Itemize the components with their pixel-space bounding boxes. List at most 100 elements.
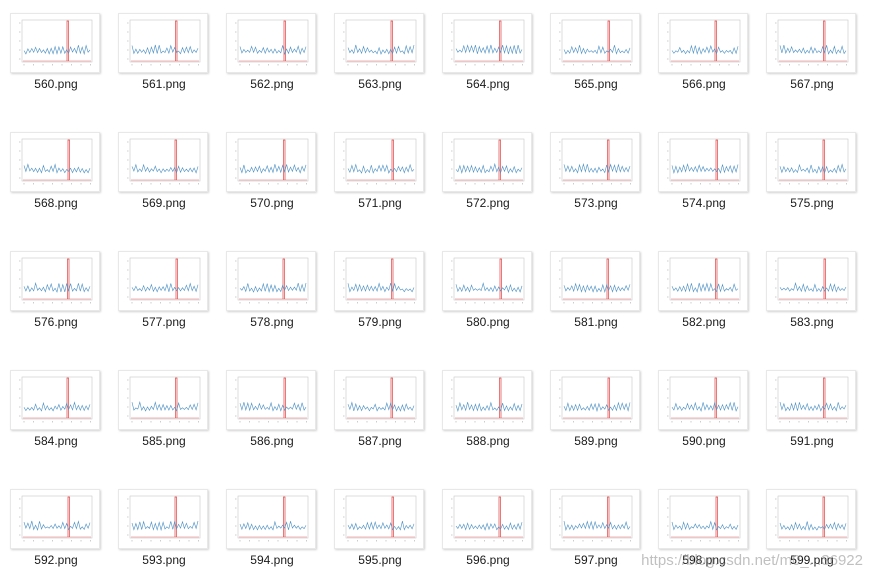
file-item[interactable]: 562.png <box>218 0 326 91</box>
file-thumbnail[interactable] <box>334 370 424 430</box>
file-thumbnail[interactable] <box>334 132 424 192</box>
file-thumbnail[interactable] <box>226 251 316 311</box>
file-thumbnail[interactable] <box>658 251 748 311</box>
file-thumbnail[interactable] <box>766 251 856 311</box>
file-item[interactable]: 594.png <box>218 476 326 567</box>
file-thumbnail[interactable] <box>550 251 640 311</box>
thumbnail-axes-frame <box>237 376 309 420</box>
file-thumbnail[interactable] <box>442 251 532 311</box>
file-item[interactable]: 591.png <box>758 357 866 448</box>
file-thumbnail[interactable] <box>10 489 100 549</box>
file-item[interactable]: 570.png <box>218 119 326 210</box>
file-item[interactable]: 582.png <box>650 238 758 329</box>
file-thumbnail[interactable] <box>334 489 424 549</box>
file-item[interactable]: 567.png <box>758 0 866 91</box>
thumbnail-signal-line <box>23 282 91 293</box>
file-item[interactable]: 574.png <box>650 119 758 210</box>
file-thumbnail[interactable] <box>658 489 748 549</box>
thumbnail-axes-frame <box>777 495 849 539</box>
file-item[interactable]: 561.png <box>110 0 218 91</box>
file-thumbnail[interactable] <box>226 489 316 549</box>
file-item[interactable]: 568.png <box>2 119 110 210</box>
file-thumbnail[interactable] <box>550 132 640 192</box>
file-item[interactable]: 577.png <box>110 238 218 329</box>
file-thumbnail[interactable] <box>118 489 208 549</box>
file-thumbnail[interactable] <box>118 13 208 73</box>
file-thumbnail[interactable] <box>118 251 208 311</box>
thumbnail-plot-image <box>667 138 741 185</box>
file-item[interactable]: 590.png <box>650 357 758 448</box>
thumbnail-plot-image <box>19 257 93 304</box>
thumbnail-signal-line <box>23 163 91 174</box>
file-thumbnail[interactable] <box>10 251 100 311</box>
file-item[interactable]: 584.png <box>2 357 110 448</box>
thumbnail-axes-frame <box>345 138 417 182</box>
file-thumbnail[interactable] <box>766 132 856 192</box>
file-item[interactable]: 578.png <box>218 238 326 329</box>
file-item[interactable]: 588.png <box>434 357 542 448</box>
thumbnail-marker-line <box>822 496 825 537</box>
file-item[interactable]: 587.png <box>326 357 434 448</box>
file-thumbnail[interactable] <box>10 370 100 430</box>
file-thumbnail[interactable] <box>118 132 208 192</box>
file-thumbnail[interactable] <box>442 132 532 192</box>
file-thumbnail[interactable] <box>766 489 856 549</box>
file-item[interactable]: 585.png <box>110 357 218 448</box>
file-item[interactable]: 569.png <box>110 119 218 210</box>
file-item[interactable]: 583.png <box>758 238 866 329</box>
file-thumbnail[interactable] <box>442 489 532 549</box>
thumbnail-signal-line <box>131 44 199 55</box>
file-item[interactable]: 565.png <box>542 0 650 91</box>
file-thumbnail[interactable] <box>10 132 100 192</box>
file-item[interactable]: 596.png <box>434 476 542 567</box>
file-item[interactable]: 592.png <box>2 476 110 567</box>
file-item[interactable]: 599.png <box>758 476 866 567</box>
file-item[interactable]: 566.png <box>650 0 758 91</box>
file-item[interactable]: 598.png <box>650 476 758 567</box>
file-item[interactable]: 576.png <box>2 238 110 329</box>
thumbnail-axes-frame <box>777 19 849 63</box>
file-thumbnail[interactable] <box>550 13 640 73</box>
thumbnail-signal-line <box>563 401 631 413</box>
thumbnail-plot-image <box>127 19 201 66</box>
thumbnail-marker-line <box>391 139 394 180</box>
file-item[interactable]: 579.png <box>326 238 434 329</box>
file-item[interactable]: 572.png <box>434 119 542 210</box>
file-item[interactable]: 560.png <box>2 0 110 91</box>
file-thumbnail[interactable] <box>334 251 424 311</box>
file-item[interactable]: 595.png <box>326 476 434 567</box>
thumbnail-signal-line <box>347 282 415 293</box>
file-name-label: 597.png <box>574 553 618 567</box>
file-thumbnail[interactable] <box>226 13 316 73</box>
thumbnail-axes-frame <box>129 376 201 420</box>
file-item[interactable]: 571.png <box>326 119 434 210</box>
file-thumbnail[interactable] <box>658 132 748 192</box>
file-thumbnail[interactable] <box>442 13 532 73</box>
file-item[interactable]: 575.png <box>758 119 866 210</box>
file-thumbnail[interactable] <box>226 370 316 430</box>
file-item[interactable]: 563.png <box>326 0 434 91</box>
file-thumbnail[interactable] <box>442 370 532 430</box>
file-item[interactable]: 593.png <box>110 476 218 567</box>
file-thumbnail[interactable] <box>10 13 100 73</box>
file-thumbnail[interactable] <box>766 370 856 430</box>
file-item[interactable]: 597.png <box>542 476 650 567</box>
file-thumbnail[interactable] <box>766 13 856 73</box>
file-thumbnail[interactable] <box>550 370 640 430</box>
file-thumbnail[interactable] <box>658 13 748 73</box>
file-item[interactable]: 564.png <box>434 0 542 91</box>
file-thumbnail[interactable] <box>334 13 424 73</box>
file-item[interactable]: 586.png <box>218 357 326 448</box>
file-item[interactable]: 581.png <box>542 238 650 329</box>
file-thumbnail[interactable] <box>658 370 748 430</box>
file-item[interactable]: 589.png <box>542 357 650 448</box>
thumbnail-plot-image <box>451 257 525 304</box>
file-thumbnail[interactable] <box>226 132 316 192</box>
file-thumbnail[interactable] <box>550 489 640 549</box>
file-item[interactable]: 580.png <box>434 238 542 329</box>
file-thumbnail[interactable] <box>118 370 208 430</box>
file-item[interactable]: 573.png <box>542 119 650 210</box>
thumbnail-axes-frame <box>237 257 309 301</box>
thumbnail-marker-line <box>607 139 610 180</box>
file-name-label: 598.png <box>682 553 726 567</box>
